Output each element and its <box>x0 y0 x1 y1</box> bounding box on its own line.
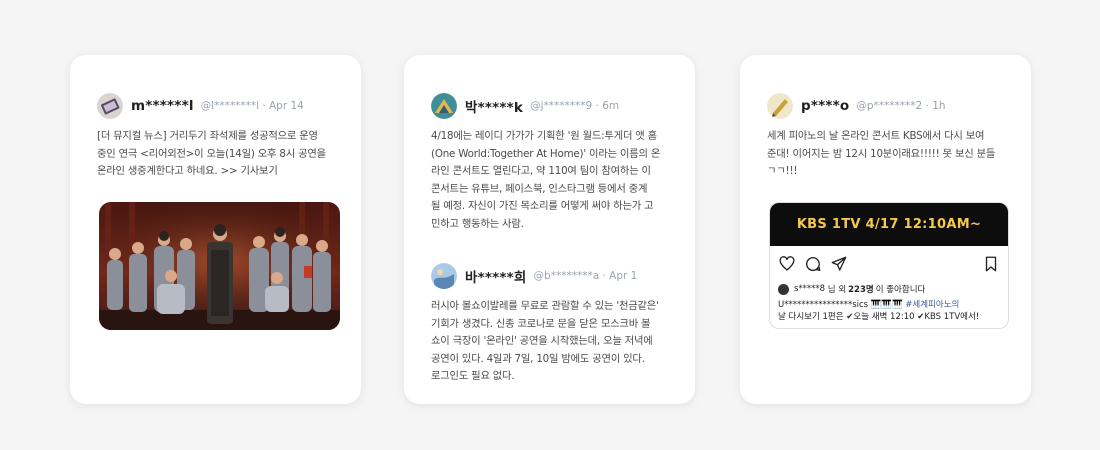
post-header: 박*****k @j********9 · 6m <box>431 93 673 119</box>
post-header: 바*****희 @b********a · Apr 1 <box>431 263 673 289</box>
instagram-embed[interactable]: KBS 1TV 4/17 12:10AM~ s*****8 님 외 223명 이… <box>769 202 1009 329</box>
post-meta: @l********l · Apr 14 <box>200 100 304 112</box>
username[interactable]: 박*****k <box>465 96 523 116</box>
post-card-1[interactable]: m******l @l********l · Apr 14 [더 뮤지컬 뉴스]… <box>70 55 361 404</box>
avatar[interactable] <box>431 263 457 289</box>
avatar[interactable] <box>767 93 793 119</box>
post: 바*****희 @b********a · Apr 1 러시아 볼쇼이발레를 무… <box>431 263 673 386</box>
likes-line: s*****8 님 외 223명 이 좋아합니다 <box>770 282 1008 296</box>
comment-icon[interactable] <box>804 255 822 273</box>
liker-avatar <box>778 283 789 295</box>
post: m******l @l********l · Apr 14 [더 뮤지컬 뉴스]… <box>97 93 339 181</box>
heart-icon[interactable] <box>778 255 796 273</box>
share-icon[interactable] <box>830 255 848 273</box>
post: 박*****k @j********9 · 6m 4/18에는 레이디 가가가 … <box>431 93 673 233</box>
username[interactable]: m******l <box>131 98 194 114</box>
bookmark-icon[interactable] <box>982 255 1000 273</box>
post-text: 4/18에는 레이디 가가가 기획한 '원 월드:투게더 앳 홈 (One Wo… <box>431 130 661 230</box>
post-text: 세계 피아노의 날 온라인 콘서트 KBS에서 다시 보여 준대! 이어지는 밤… <box>767 130 996 177</box>
avatar[interactable] <box>431 93 457 119</box>
liker-name: s*****8 <box>794 284 826 294</box>
username[interactable]: p****o <box>801 98 849 114</box>
stage-photo[interactable] <box>99 202 340 330</box>
embed-actions <box>770 246 1008 282</box>
post-meta: @b********a · Apr 1 <box>533 270 638 282</box>
post-meta: @p********2 · 1h <box>856 100 946 112</box>
post-card-3[interactable]: p****o @p********2 · 1h 세계 피아노의 날 온라인 콘서… <box>740 55 1031 404</box>
post-text: [더 뮤지컬 뉴스] 거리두기 좌석제를 성공적으로 운영 중인 연극 <리어외… <box>97 130 326 177</box>
post-text: 러시아 볼쇼이발레를 무료로 관람할 수 있는 '천금같은' 기회가 생겼다. … <box>431 300 659 382</box>
post-header: m******l @l********l · Apr 14 <box>97 93 339 119</box>
caption-user: U****************sics <box>778 300 869 310</box>
username[interactable]: 바*****희 <box>465 266 527 286</box>
embed-caption: U****************sics 🎹🎹🎹 #세계피아노의 날 다시보기… <box>778 300 980 322</box>
likes-count: 223명 <box>848 285 874 295</box>
embed-banner: KBS 1TV 4/17 12:10AM~ <box>770 203 1008 246</box>
hashtag[interactable]: #세계피아노의 <box>905 300 959 310</box>
post-header: p****o @p********2 · 1h <box>767 93 1009 119</box>
post-card-2[interactable]: 박*****k @j********9 · 6m 4/18에는 레이디 가가가 … <box>404 55 695 404</box>
avatar[interactable] <box>97 93 123 119</box>
post-meta: @j********9 · 6m <box>530 100 620 112</box>
post: p****o @p********2 · 1h 세계 피아노의 날 온라인 콘서… <box>767 93 1009 181</box>
